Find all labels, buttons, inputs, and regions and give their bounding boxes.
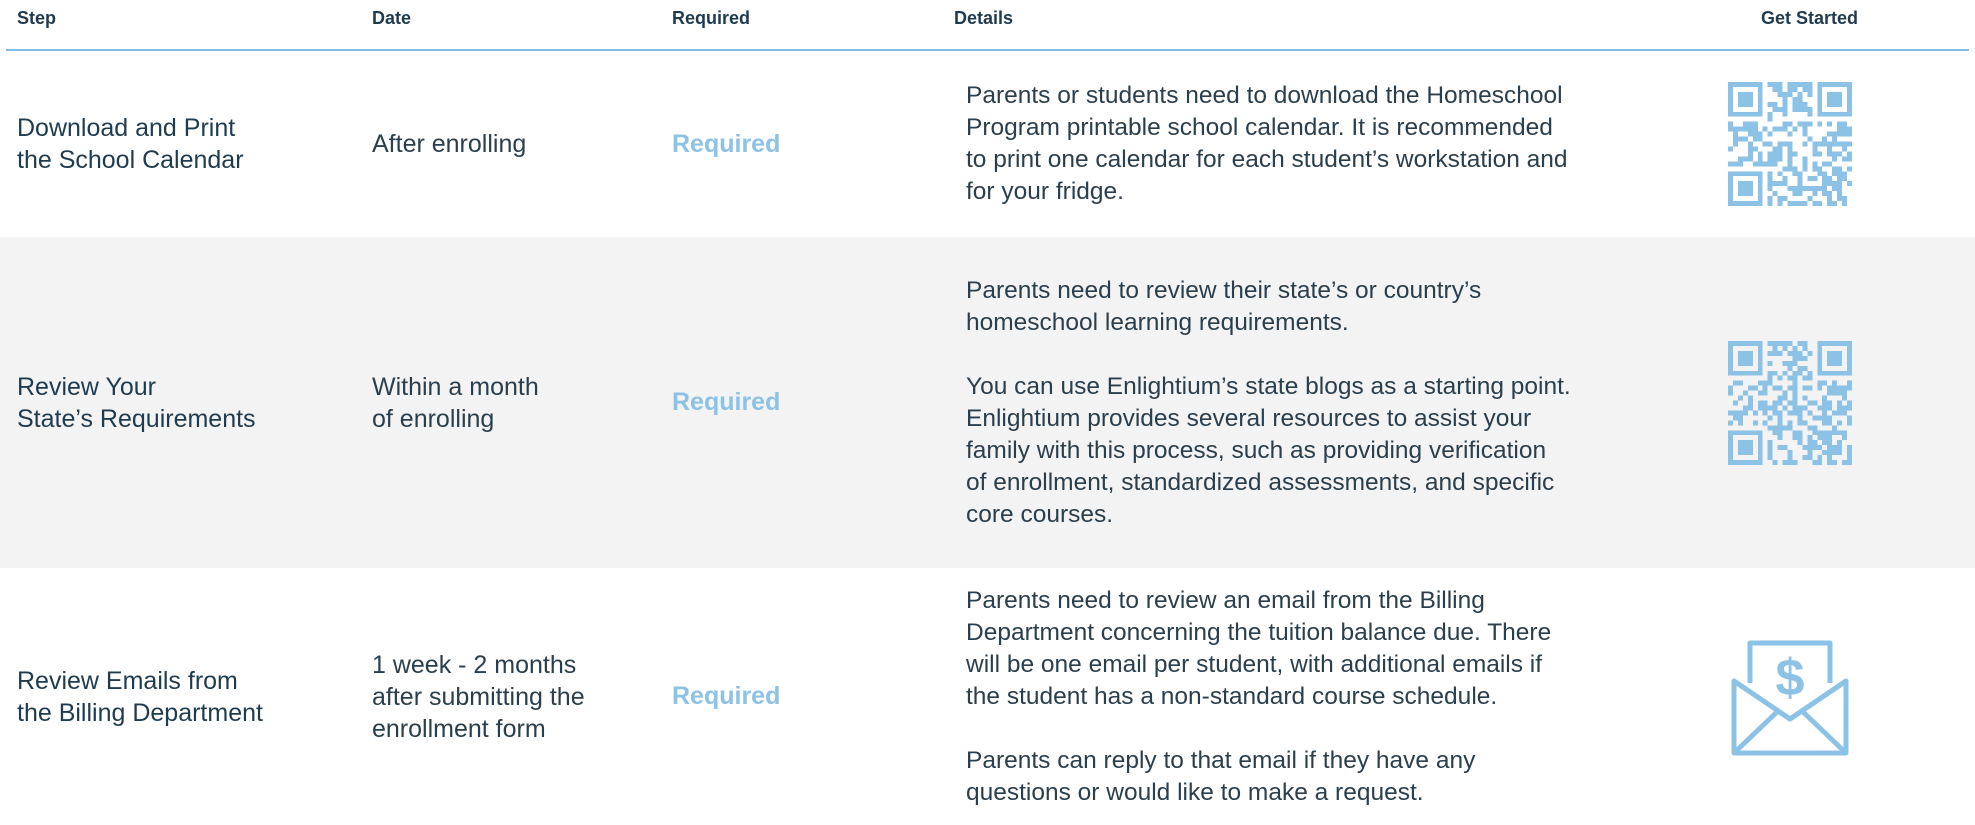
required-badge: Required — [672, 388, 781, 416]
table-row: Download and Print the School Calendar A… — [0, 51, 1975, 237]
column-header-required: Required — [672, 8, 751, 28]
details-paragraph: You can use Enlightium’s state blogs as … — [966, 372, 1571, 528]
envelope-dollar-icon[interactable]: $ — [1728, 635, 1852, 759]
details-paragraph: Parents need to review an email from the… — [966, 586, 1552, 710]
details-paragraph: Parents or students need to download the… — [966, 82, 1568, 205]
column-header-details: Details — [954, 8, 1014, 28]
table-row: Review Your State’s Requirements Within … — [0, 237, 1975, 568]
table-header: Step Date Required Details Get Started — [0, 0, 1975, 51]
step-date: 1 week - 2 months after submitting the e… — [372, 650, 585, 743]
required-badge: Required — [672, 129, 781, 158]
table-row: Review Emails from the Billing Departmen… — [0, 568, 1975, 825]
step-date: After enrolling — [372, 130, 527, 158]
qr-code-icon[interactable] — [1726, 82, 1854, 206]
step-details: Parents need to review their state’s or … — [966, 275, 1571, 531]
column-header-get-started: Get Started — [1761, 8, 1859, 28]
required-badge: Required — [672, 682, 781, 710]
step-date: Within a month of enrolling — [372, 372, 539, 433]
column-header-step: Step — [17, 8, 57, 28]
steps-table: Step Date Required Details Get Started D… — [0, 0, 1975, 825]
details-paragraph: Parents need to review their state’s or … — [966, 276, 1482, 336]
step-title: Review Your State’s Requirements — [17, 372, 256, 433]
step-details: Parents need to review an email from the… — [966, 585, 1551, 809]
qr-code-icon[interactable] — [1726, 340, 1854, 465]
details-paragraph: Parents can reply to that email if they … — [966, 746, 1476, 806]
svg-text:$: $ — [1776, 649, 1805, 707]
step-details: Parents or students need to download the… — [966, 80, 1568, 208]
column-header-date: Date — [372, 8, 412, 28]
step-title: Download and Print the School Calendar — [17, 114, 244, 174]
step-title: Review Emails from the Billing Departmen… — [17, 666, 263, 727]
